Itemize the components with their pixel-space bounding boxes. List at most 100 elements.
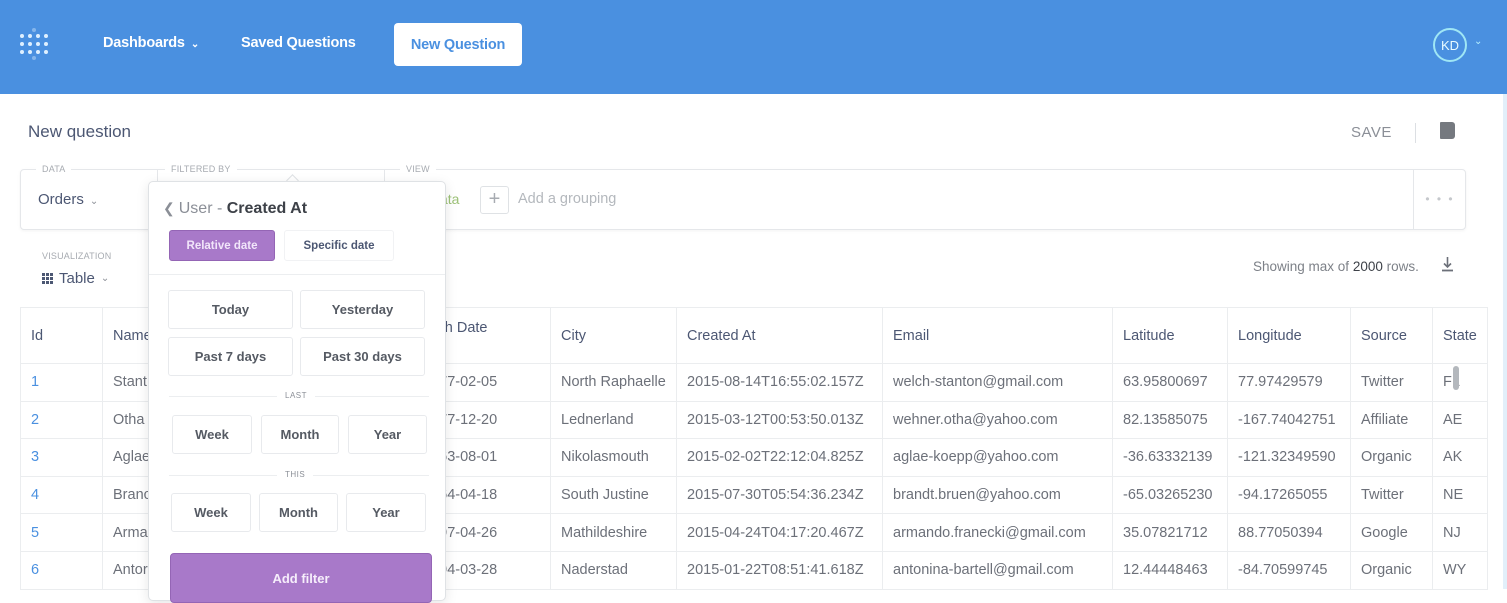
- table-cell: welch-stanton@gmail.com: [882, 363, 1113, 402]
- table-cell: 2015-01-22T08:51:41.618Z: [676, 550, 883, 590]
- table-cell: NE: [1432, 475, 1488, 515]
- table-cell: Mathildeshire: [550, 513, 677, 552]
- option-yesterday[interactable]: Yesterday: [300, 290, 425, 329]
- table-cell: aglae-koepp@yahoo.com: [882, 438, 1113, 477]
- option-past-30-days[interactable]: Past 30 days: [300, 337, 425, 376]
- new-question-button[interactable]: New Question: [394, 23, 522, 66]
- table-cell: AK: [1432, 438, 1488, 477]
- table-cell: 82.13585075: [1112, 400, 1228, 440]
- table-cell: 2015-07-30T05:54:36.234Z: [676, 475, 883, 515]
- data-source-select[interactable]: Orders ⌄: [38, 191, 98, 208]
- column-header[interactable]: Email: [882, 307, 1113, 364]
- table-cell: antonina-bartell@gmail.com: [882, 550, 1113, 590]
- chevron-down-icon[interactable]: ⌄: [1474, 36, 1482, 47]
- rows-info: Showing max of 2000 rows.: [1253, 259, 1419, 274]
- rows-count: 2000: [1352, 259, 1383, 274]
- this-group-label: THIS: [277, 470, 314, 479]
- visualization-select[interactable]: Table ⌄: [42, 270, 109, 287]
- date-filter-popover: ❮ User - Created At Relative date Specifi…: [148, 181, 446, 603]
- divider: [149, 274, 445, 275]
- table-cell: 12.44448463: [1112, 550, 1228, 590]
- add-grouping-button[interactable]: +: [480, 186, 509, 214]
- table-scrollbar[interactable]: [1453, 366, 1459, 390]
- tab-specific-date[interactable]: Specific date: [284, 230, 394, 261]
- table-cell[interactable]: 2: [20, 400, 103, 440]
- add-grouping-label[interactable]: Add a grouping: [518, 191, 616, 207]
- column-header[interactable]: Source: [1350, 307, 1433, 364]
- table-cell: 2015-04-24T04:17:20.467Z: [676, 513, 883, 552]
- chevron-down-icon: ⌄: [190, 39, 199, 50]
- download-icon[interactable]: [1441, 256, 1454, 272]
- option-today[interactable]: Today: [168, 290, 293, 329]
- table-cell: Affiliate: [1350, 400, 1433, 440]
- column-header[interactable]: City: [550, 307, 677, 364]
- table-cell: -36.63332139: [1112, 438, 1228, 477]
- back-button[interactable]: ❮ User: [163, 200, 213, 217]
- option-last-month[interactable]: Month: [261, 415, 339, 454]
- column-header[interactable]: Longitude: [1227, 307, 1351, 364]
- table-cell[interactable]: 1: [20, 363, 103, 402]
- chevron-left-icon: ❮: [163, 200, 175, 216]
- column-header[interactable]: Created At: [676, 307, 883, 364]
- option-this-week[interactable]: Week: [171, 493, 251, 532]
- user-avatar[interactable]: KD: [1433, 28, 1467, 62]
- option-last-week[interactable]: Week: [172, 415, 252, 454]
- table-cell: WY: [1432, 550, 1488, 590]
- table-cell: NJ: [1432, 513, 1488, 552]
- table-cell: 63.95800697: [1112, 363, 1228, 402]
- nav-dashboards[interactable]: Dashboards ⌄: [103, 35, 199, 51]
- chevron-down-icon: ⌄: [100, 273, 110, 284]
- view-section-label: VIEW: [400, 164, 436, 174]
- table-cell: South Justine: [550, 475, 677, 515]
- table-cell: Lednerland: [550, 400, 677, 440]
- table-cell: Nikolasmouth: [550, 438, 677, 477]
- filtered-by-section-label: FILTERED BY: [165, 164, 237, 174]
- nav-dashboards-label: Dashboards: [103, 35, 185, 51]
- table-cell[interactable]: 4: [20, 475, 103, 515]
- window-edge: [1503, 94, 1507, 589]
- table-cell: Organic: [1350, 550, 1433, 590]
- option-this-month[interactable]: Month: [259, 493, 338, 532]
- table-cell: brandt.bruen@yahoo.com: [882, 475, 1113, 515]
- table-cell: Twitter: [1350, 475, 1433, 515]
- chevron-down-icon: ⌄: [89, 196, 99, 207]
- visualization-label: VISUALIZATION: [42, 251, 112, 261]
- tab-relative-date[interactable]: Relative date: [169, 230, 275, 261]
- column-header[interactable]: Latitude: [1112, 307, 1228, 364]
- page-title: New question: [28, 122, 132, 141]
- table-cell: -94.17265055: [1227, 475, 1351, 515]
- more-options-button[interactable]: • • •: [1413, 169, 1466, 230]
- table-cell: -84.70599745: [1227, 550, 1351, 590]
- metabase-logo-icon[interactable]: [20, 28, 50, 62]
- header-separator: -: [212, 200, 227, 217]
- table-cell: 2015-03-12T00:53:50.013Z: [676, 400, 883, 440]
- table-cell: wehner.otha@yahoo.com: [882, 400, 1113, 440]
- table-cell: 35.07821712: [1112, 513, 1228, 552]
- table-cell: 77.97429579: [1227, 363, 1351, 402]
- column-header[interactable]: Id: [20, 307, 103, 364]
- add-filter-button[interactable]: Add filter: [170, 553, 432, 603]
- column-header[interactable]: State: [1432, 307, 1488, 364]
- data-source-value: Orders: [38, 191, 84, 208]
- book-icon[interactable]: [1440, 122, 1455, 139]
- option-last-year[interactable]: Year: [348, 415, 427, 454]
- table-cell: 2015-02-02T22:12:04.825Z: [676, 438, 883, 477]
- table-cell: FL: [1432, 363, 1488, 402]
- table-grid-icon: [42, 273, 53, 284]
- nav-saved-questions[interactable]: Saved Questions: [241, 35, 356, 51]
- data-section-label: DATA: [36, 164, 72, 174]
- save-button[interactable]: SAVE: [1351, 124, 1392, 141]
- table-cell: Organic: [1350, 438, 1433, 477]
- table-cell: Twitter: [1350, 363, 1433, 402]
- option-past-7-days[interactable]: Past 7 days: [168, 337, 293, 376]
- table-cell: AE: [1432, 400, 1488, 440]
- option-this-year[interactable]: Year: [346, 493, 426, 532]
- rows-info-prefix: Showing max of: [1253, 259, 1350, 274]
- table-cell[interactable]: 6: [20, 550, 103, 590]
- table-cell: Naderstad: [550, 550, 677, 590]
- top-nav-bar: Dashboards ⌄ Saved Questions New Question…: [0, 0, 1507, 94]
- visualization-value: Table: [59, 270, 95, 287]
- table-cell: 88.77050394: [1227, 513, 1351, 552]
- table-cell[interactable]: 3: [20, 438, 103, 477]
- table-cell[interactable]: 5: [20, 513, 103, 552]
